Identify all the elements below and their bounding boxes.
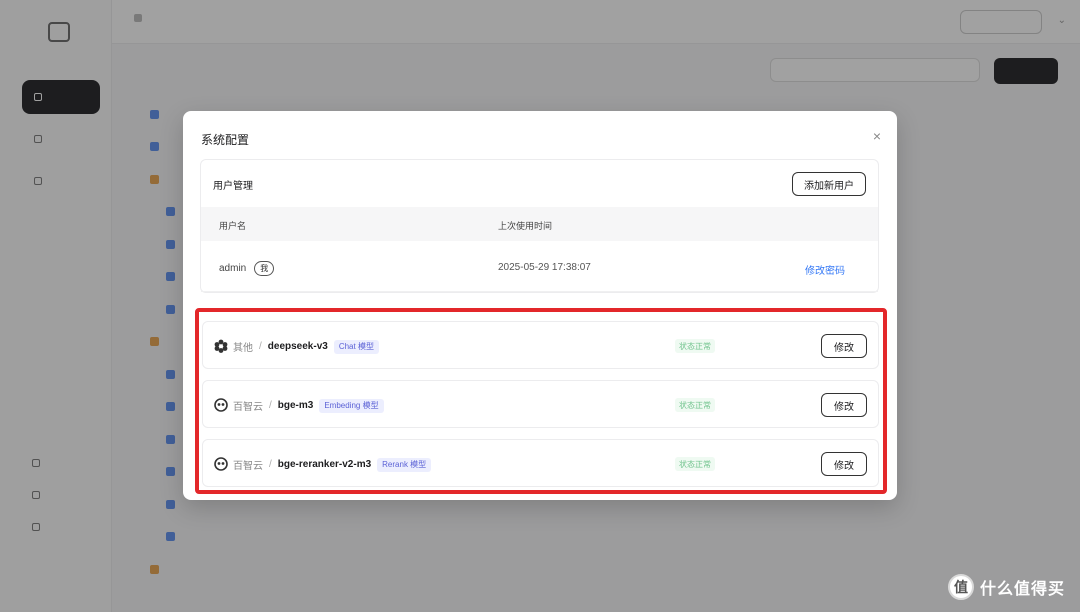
username-cell: admin 我 (219, 261, 275, 276)
change-password-link[interactable]: 修改密码 (805, 262, 845, 277)
last-used-time: 2025-05-29 17:38:07 (498, 262, 591, 273)
user-management-card: 用户管理 添加新用户 用户名 上次使用时间 admin 我 2025-05-29… (200, 159, 879, 293)
column-header-username: 用户名 (219, 221, 247, 231)
username: admin (219, 263, 247, 274)
dialog-title: 系统配置 (201, 133, 250, 147)
watermark-logo-icon: 值 (948, 574, 974, 600)
annotation-highlight-box (195, 308, 887, 494)
user-management-heading: 用户管理 (213, 181, 253, 192)
watermark: 值 什么值得买 (948, 574, 1065, 600)
add-user-button[interactable]: 添加新用户 (792, 172, 866, 196)
table-row: admin 我 2025-05-29 17:38:07 修改密码 (201, 241, 878, 292)
system-config-dialog: 系统配置 × 用户管理 添加新用户 用户名 上次使用时间 admin 我 202… (183, 111, 897, 500)
watermark-text: 什么值得买 (980, 581, 1066, 598)
current-user-badge: 我 (254, 261, 275, 276)
column-header-last-used: 上次使用时间 (498, 221, 553, 231)
users-table-header: 用户名 上次使用时间 (201, 207, 878, 241)
close-icon[interactable]: × (873, 129, 881, 143)
